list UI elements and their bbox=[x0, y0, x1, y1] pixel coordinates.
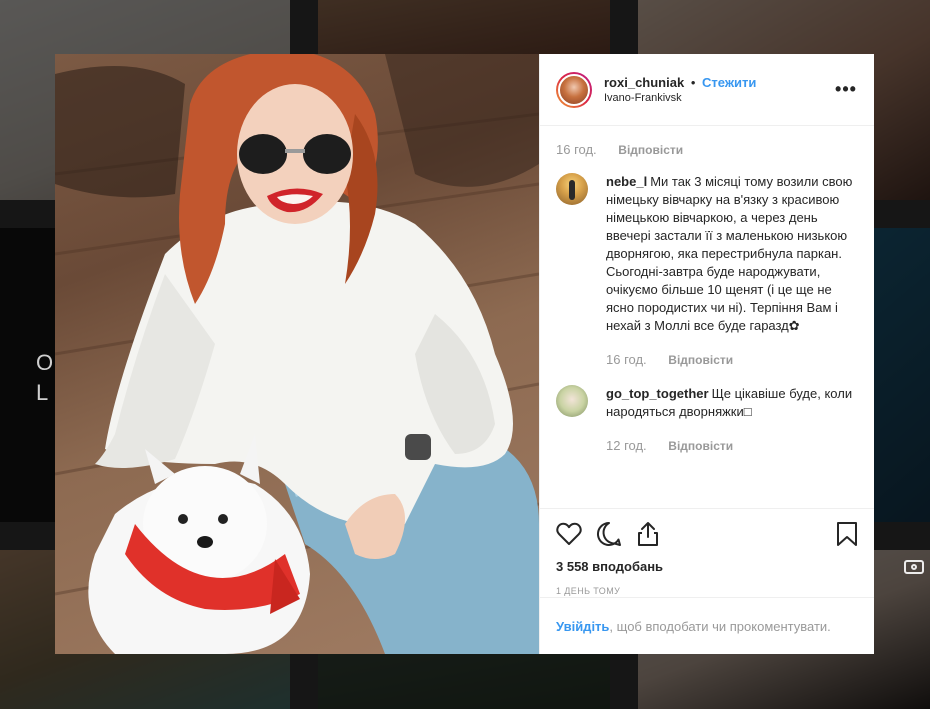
bookmark-icon[interactable] bbox=[836, 521, 858, 552]
comments-list[interactable]: 16 год. Відповісти nebe_l Ми так 3 місяці… bbox=[540, 126, 874, 508]
comment-meta: 16 год. Відповісти bbox=[556, 142, 858, 157]
post-date: 1 ДЕНЬ ТОМУ bbox=[556, 586, 621, 596]
post-header: roxi_chuniak • Стежити Ivano-Frankivsk •… bbox=[540, 54, 874, 126]
comment-text: Ми так 3 місяці тому возили свою німецьк… bbox=[606, 174, 853, 333]
more-options-icon[interactable]: ••• bbox=[834, 79, 858, 100]
author-username[interactable]: roxi_chuniak bbox=[604, 75, 684, 90]
post-modal: roxi_chuniak • Стежити Ivano-Frankivsk •… bbox=[55, 54, 874, 654]
commenter-username[interactable]: nebe_l bbox=[606, 174, 647, 189]
post-photo[interactable] bbox=[55, 54, 539, 654]
login-prompt: Увійдіть, щоб вподобати чи прокоментуват… bbox=[540, 597, 874, 654]
comment-icon[interactable] bbox=[596, 521, 622, 552]
reply-button[interactable]: Відповісти bbox=[668, 353, 733, 367]
comment-meta: 12 год. Відповісти bbox=[606, 437, 858, 455]
avatar[interactable] bbox=[556, 71, 592, 108]
comment-time: 16 год. bbox=[606, 352, 647, 367]
separator-dot: • bbox=[690, 74, 696, 90]
commenter-avatar[interactable] bbox=[556, 385, 588, 417]
post-actions: 3 558 вподобань 1 ДЕНЬ ТОМУ Увійдіть, що… bbox=[540, 508, 874, 654]
commenter-username[interactable]: go_top_together bbox=[606, 386, 709, 401]
follow-button[interactable]: Стежити bbox=[702, 75, 756, 90]
post-location[interactable]: Ivano-Frankivsk bbox=[604, 91, 834, 106]
likes-count[interactable]: 3 558 вподобань bbox=[556, 559, 858, 574]
commenter-avatar[interactable] bbox=[556, 173, 588, 205]
login-prompt-text: , щоб вподобати чи прокоментувати. bbox=[609, 618, 831, 634]
comment-time: 12 год. bbox=[606, 438, 647, 453]
thumbnail-text: OL bbox=[36, 350, 56, 405]
post-photo-illustration bbox=[55, 54, 539, 654]
comment-item: nebe_l Ми так 3 місяці тому возили свою н… bbox=[556, 173, 858, 369]
comment-item: go_top_together Ще цікавіше буде, коли на… bbox=[556, 385, 858, 455]
heart-icon[interactable] bbox=[556, 522, 582, 551]
comment-meta: 16 год. Відповісти bbox=[606, 351, 858, 369]
comment-time: 16 год. bbox=[556, 142, 597, 157]
share-icon[interactable] bbox=[636, 521, 660, 552]
post-side-panel: roxi_chuniak • Стежити Ivano-Frankivsk •… bbox=[539, 54, 874, 654]
login-link[interactable]: Увійдіть bbox=[556, 619, 609, 634]
video-icon bbox=[904, 560, 924, 574]
reply-button[interactable]: Відповісти bbox=[668, 439, 733, 453]
reply-button[interactable]: Відповісти bbox=[618, 143, 683, 157]
